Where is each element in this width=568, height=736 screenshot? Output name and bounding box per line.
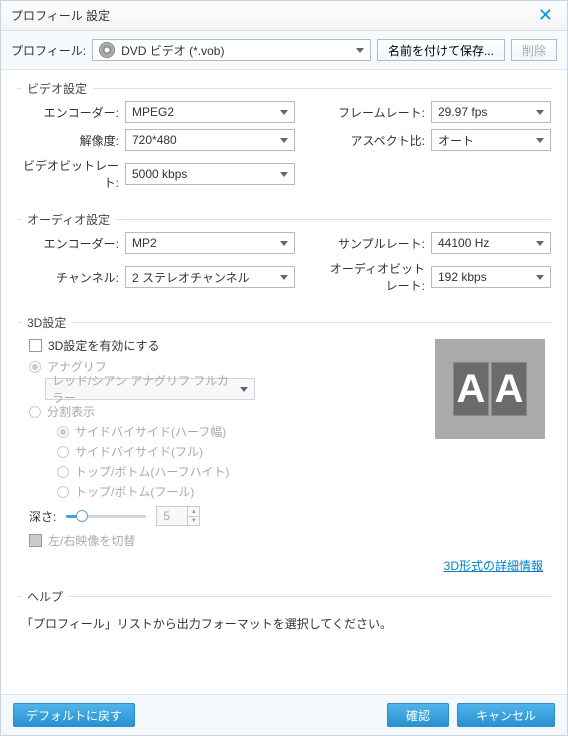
depth-slider [66,509,146,523]
enable-3d-label: 3D設定を有効にする [48,337,159,354]
video-bitrate-select[interactable]: 5000 kbps [125,163,295,185]
video-bitrate-label: ビデオビットレート: [17,157,125,191]
chevron-down-icon [280,172,288,177]
threed-legend: 3D設定 [21,314,72,331]
audio-bitrate-value: 192 kbps [438,270,487,284]
video-encoder-label: エンコーダー: [17,104,125,121]
aspect-select[interactable]: オート [431,129,551,151]
resolution-label: 解像度: [17,132,125,149]
aspect-label: アスペクト比: [337,132,431,149]
sbs-full-label: サイドバイサイド(フル) [75,443,203,460]
video-encoder-value: MPEG2 [132,105,174,119]
channel-label: チャンネル: [17,269,125,286]
samplerate-label: サンプルレート: [337,235,431,252]
chevron-down-icon [280,110,288,115]
profile-toolbar: プロフィール: DVD ビデオ (*.vob) 名前を付けて保存... 削除 [1,31,567,70]
chevron-down-icon [280,241,288,246]
tb-full-label: トップ/ボトム(フール) [75,483,194,500]
spin-down-icon: ▼ [187,516,199,525]
chevron-down-icon [536,110,544,115]
depth-label: 深さ: [29,508,56,525]
tb-full-radio [57,486,69,498]
ok-button[interactable]: 確認 [387,703,449,727]
audio-bitrate-select[interactable]: 192 kbps [431,266,551,288]
samplerate-select[interactable]: 44100 Hz [431,232,551,254]
profile-label: プロフィール: [11,42,86,59]
video-bitrate-value: 5000 kbps [132,167,187,181]
chevron-down-icon [240,387,248,392]
anaglyph-type-select: レッド/シアン アナグリフ フルカラー [45,378,255,400]
sbs-full-radio [57,446,69,458]
content-area: ビデオ設定 エンコーダー: MPEG2 フレームレート: 29.97 fps [1,70,567,694]
help-fieldset: ヘルプ 「プロフィール」リストから出力フォーマットを選択してください。 [17,596,551,678]
swap-lr-label: 左/右映像を切替 [48,532,135,549]
anaglyph-type-value: レッド/シアン アナグリフ フルカラー [52,372,240,406]
audio-legend: オーディオ設定 [21,211,116,228]
close-icon[interactable]: ✕ [534,5,557,26]
chevron-down-icon [280,138,288,143]
split-radio [29,406,41,418]
resolution-select[interactable]: 720*480 [125,129,295,151]
threed-fieldset: 3D設定 3D設定を有効にする アナグリフ レッド/シアン アナグリフ フルカラ… [17,322,551,584]
video-legend: ビデオ設定 [21,80,93,97]
sbs-half-radio [57,426,69,438]
chevron-down-icon [536,241,544,246]
framerate-select[interactable]: 29.97 fps [431,101,551,123]
split-label: 分割表示 [47,403,95,420]
framerate-label: フレームレート: [337,104,431,121]
depth-value: 5 [163,509,170,523]
cancel-button[interactable]: キャンセル [457,703,555,727]
chevron-down-icon [536,275,544,280]
footer: デフォルトに戻す 確認 キャンセル [1,694,567,735]
anaglyph-radio [29,361,41,373]
help-legend: ヘルプ [21,588,69,605]
chevron-down-icon [536,138,544,143]
preview-letter-left: A [453,362,489,416]
swap-lr-checkbox [29,534,42,547]
dvd-icon [99,42,115,58]
window-title: プロフィール 設定 [11,7,110,24]
profile-settings-window: プロフィール 設定 ✕ プロフィール: DVD ビデオ (*.vob) 名前を付… [0,0,568,736]
channel-select[interactable]: 2 ステレオチャンネル [125,266,295,288]
preview-letter-right: A [491,362,527,416]
framerate-value: 29.97 fps [438,105,487,119]
audio-fieldset: オーディオ設定 エンコーダー: MP2 サンプルレート: 44100 Hz [17,219,551,310]
profile-value: DVD ビデオ (*.vob) [121,42,350,59]
audio-bitrate-label: オーディオビットレート: [323,260,431,294]
tb-half-label: トップ/ボトム(ハーフハイト) [75,463,229,480]
threed-preview: A A [435,339,545,439]
sbs-half-label: サイドバイサイド(ハーフ幅) [75,423,226,440]
delete-button: 削除 [511,39,557,61]
enable-3d-checkbox[interactable] [29,339,42,352]
video-fieldset: ビデオ設定 エンコーダー: MPEG2 フレームレート: 29.97 fps [17,88,551,207]
resolution-value: 720*480 [132,133,177,147]
tb-half-radio [57,466,69,478]
video-encoder-select[interactable]: MPEG2 [125,101,295,123]
help-text: 「プロフィール」リストから出力フォーマットを選択してください。 [21,615,547,632]
audio-encoder-label: エンコーダー: [17,235,125,252]
titlebar: プロフィール 設定 ✕ [1,1,567,31]
depth-spinner: 5 ▲▼ [156,506,200,526]
spin-up-icon: ▲ [187,507,199,516]
audio-encoder-select[interactable]: MP2 [125,232,295,254]
chevron-down-icon [280,275,288,280]
restore-default-button[interactable]: デフォルトに戻す [13,703,135,727]
threed-detail-link[interactable]: 3D形式の詳細情報 [444,559,543,573]
profile-select[interactable]: DVD ビデオ (*.vob) [92,39,371,61]
save-as-button[interactable]: 名前を付けて保存... [377,39,505,61]
chevron-down-icon [356,48,364,53]
samplerate-value: 44100 Hz [438,236,489,250]
channel-value: 2 ステレオチャンネル [132,269,250,286]
slider-thumb [76,510,88,522]
audio-encoder-value: MP2 [132,236,157,250]
aspect-value: オート [438,132,474,149]
